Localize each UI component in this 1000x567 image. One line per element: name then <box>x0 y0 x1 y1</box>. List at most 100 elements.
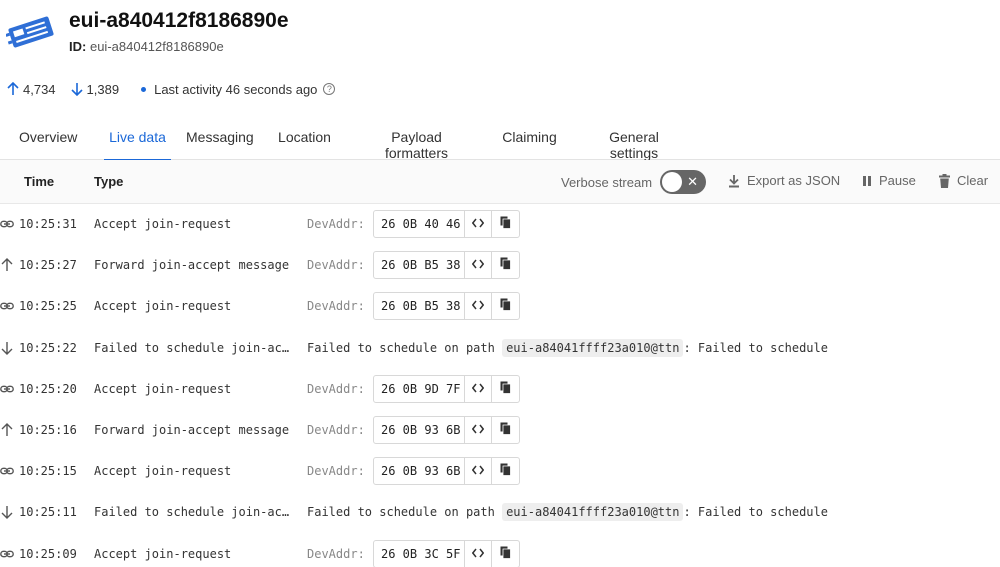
devaddr-value: 26 0B 9D 7F <box>374 375 465 402</box>
event-row[interactable]: 10:25:16 Forward join-accept message DevAd… <box>0 410 1000 451</box>
link-icon <box>0 299 14 313</box>
event-row[interactable]: 10:25:22 Failed to schedule join-ac… Faile… <box>0 328 1000 369</box>
devaddr-label: DevAddr: <box>307 464 365 479</box>
tab-overview[interactable]: Overview <box>19 118 77 160</box>
devaddr-label: DevAddr: <box>307 299 365 314</box>
devaddr-label: DevAddr: <box>307 258 365 273</box>
toggle-knob <box>662 172 683 192</box>
copy-icon <box>500 546 511 562</box>
event-failure-details: Failed to schedule on path eui-a84041fff… <box>307 338 828 357</box>
copy-icon <box>500 381 511 397</box>
tab-bar: Overview Live data Messaging Location Pa… <box>0 118 1000 161</box>
tab-location[interactable]: Location <box>278 118 331 160</box>
export-json-button[interactable]: Export as JSON <box>727 173 840 188</box>
uplink-stat: 4,734 <box>6 82 56 97</box>
tab-general-settings[interactable]: General settings <box>585 118 683 161</box>
event-time: 10:25:11 <box>19 505 77 520</box>
link-icon <box>0 217 14 231</box>
last-activity: Last activity 46 seconds ago <box>154 81 318 97</box>
toggle-format-button[interactable] <box>465 416 492 443</box>
page-title: eui-a840412f8186890e <box>69 9 289 32</box>
copy-icon <box>500 216 511 232</box>
copy-icon <box>500 298 511 314</box>
event-type: Forward join-accept message <box>94 422 290 437</box>
copy-button[interactable] <box>492 376 519 402</box>
tab-messaging[interactable]: Messaging <box>186 118 254 160</box>
event-time: 10:25:22 <box>19 340 77 355</box>
code-icon <box>471 258 485 272</box>
export-json-label: Export as JSON <box>747 173 841 188</box>
pause-button[interactable]: Pause <box>861 173 916 188</box>
devaddr-field: 26 0B B5 38 <box>373 251 520 280</box>
device-id-label: ID: <box>69 39 87 54</box>
time-column-header: Time <box>24 174 55 189</box>
event-row[interactable]: 10:25:15 Accept join-request DevAddr: 26 0B… <box>0 451 1000 492</box>
toggle-format-button[interactable] <box>465 293 492 320</box>
event-type: Forward join-accept message <box>94 258 290 273</box>
pause-label: Pause <box>879 173 916 188</box>
tab-live-data[interactable]: Live data <box>104 118 171 161</box>
copy-button[interactable] <box>492 293 519 319</box>
event-row[interactable]: 10:25:20 Accept join-request DevAddr: 26 0B… <box>0 369 1000 410</box>
help-icon[interactable]: ? <box>323 83 336 95</box>
devaddr-value: 26 0B 93 6B <box>374 458 465 485</box>
event-time: 10:25:20 <box>19 381 77 396</box>
event-failure-details: Failed to schedule on path eui-a84041fff… <box>307 503 828 522</box>
arrow-up-icon <box>0 422 14 437</box>
code-icon <box>471 464 485 478</box>
gateway-path: eui-a84041ffff23a010@ttn <box>502 503 684 522</box>
arrow-down-icon <box>0 505 14 520</box>
device-icon <box>5 14 56 50</box>
event-type: Accept join-request <box>94 464 232 479</box>
copy-button[interactable] <box>492 252 519 278</box>
clear-button[interactable]: Clear <box>938 173 988 188</box>
copy-button[interactable] <box>492 211 519 237</box>
verbose-stream-toggle[interactable]: ✕ <box>660 170 707 194</box>
tab-claiming[interactable]: Claiming <box>502 118 557 160</box>
event-row[interactable]: 10:25:11 Failed to schedule join-ac… Faile… <box>0 492 1000 533</box>
arrow-down-icon <box>0 341 14 355</box>
failure-prefix: Failed to schedule on path <box>307 505 495 520</box>
type-column-header: Type <box>94 174 124 189</box>
copy-button[interactable] <box>492 458 519 484</box>
code-icon <box>471 423 485 437</box>
event-time: 10:25:15 <box>19 464 77 479</box>
copy-button[interactable] <box>492 417 519 443</box>
trash-icon <box>939 173 950 188</box>
event-row[interactable]: 10:25:09 Accept join-request DevAddr: 26 0B… <box>0 534 1000 567</box>
toggle-format-button[interactable] <box>465 540 492 567</box>
toggle-format-button[interactable] <box>465 375 492 402</box>
downlink-stat: 1,389 <box>70 82 119 97</box>
copy-icon <box>500 257 511 273</box>
event-type: Accept join-request <box>94 546 232 561</box>
event-time: 10:25:09 <box>19 546 77 561</box>
devaddr-value: 26 0B 40 46 <box>374 211 465 237</box>
event-type: Failed to schedule join-ac… <box>94 505 290 520</box>
devaddr-value: 26 0B B5 38 <box>374 293 465 320</box>
verbose-stream-label: Verbose stream <box>561 174 653 190</box>
device-header: eui-a840412f8186890e ID: eui-a840412f818… <box>0 0 1000 120</box>
activity-stats: 4,734 1,389 Last activity 46 seconds ago… <box>6 80 336 98</box>
clear-label: Clear <box>957 173 989 188</box>
verbose-stream-control: Verbose stream ✕ <box>561 170 707 194</box>
gateway-path: eui-a84041ffff23a010@ttn <box>502 338 684 357</box>
link-icon <box>0 382 14 396</box>
toggle-format-button[interactable] <box>465 458 492 485</box>
event-row[interactable]: 10:25:31 Accept join-request DevAddr: 26 0B… <box>0 204 1000 245</box>
uplink-count: 4,734 <box>23 81 56 97</box>
devaddr-field: 26 0B 93 6B <box>373 415 520 444</box>
link-icon <box>0 464 14 478</box>
copy-button[interactable] <box>492 541 519 567</box>
toggle-format-button[interactable] <box>465 252 492 279</box>
event-row[interactable]: 10:25:27 Forward join-accept message DevAd… <box>0 245 1000 286</box>
devaddr-value: 26 0B 3C 5F <box>374 540 465 567</box>
toggle-format-button[interactable] <box>465 211 492 237</box>
tab-payload-formatters[interactable]: Payload formatters <box>359 118 474 161</box>
event-time: 10:25:16 <box>19 422 77 437</box>
code-icon <box>471 217 485 231</box>
devaddr-label: DevAddr: <box>307 217 365 231</box>
devaddr-field: 26 0B 9D 7F <box>373 374 520 403</box>
devaddr-value: 26 0B 93 6B <box>374 416 465 443</box>
event-row[interactable]: 10:25:25 Accept join-request DevAddr: 26 0B… <box>0 286 1000 327</box>
devaddr-field: 26 0B 93 6B <box>373 457 520 486</box>
